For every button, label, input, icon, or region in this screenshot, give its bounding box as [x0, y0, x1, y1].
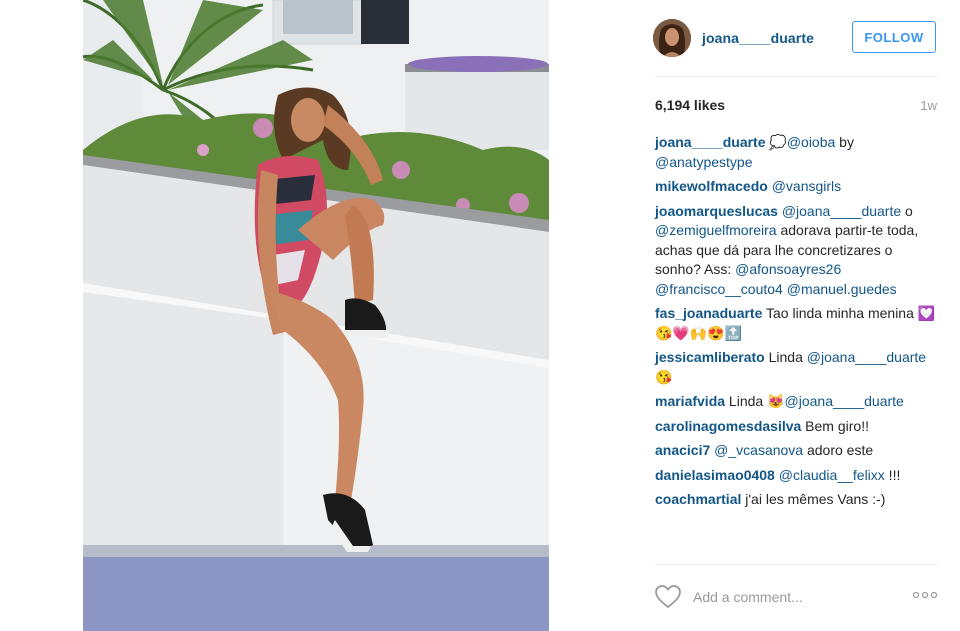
- comment-item: jessicamliberato Linda @joana____duarte …: [655, 348, 938, 387]
- comment-username[interactable]: jessicamliberato: [655, 349, 765, 365]
- comment-username[interactable]: fas_joanaduarte: [655, 305, 762, 321]
- avatar[interactable]: [653, 19, 691, 57]
- comments-list: joana____duarte 💭@oioba by @anatypestype…: [655, 133, 938, 515]
- comment-text: 😘: [655, 368, 673, 385]
- comment-item: mariafvida Linda 😻@joana____duarte: [655, 392, 938, 412]
- post-header: joana____duarte FOLLOW: [653, 19, 938, 59]
- comment-username[interactable]: joaomarqueslucas: [655, 203, 778, 219]
- comment-item: joana____duarte 💭@oioba by @anatypestype: [655, 133, 938, 172]
- heart-outline-icon[interactable]: [655, 585, 681, 609]
- comment-mention[interactable]: @zemiguelfmoreira: [655, 222, 777, 238]
- comment-mention[interactable]: @claudia__felixx: [779, 467, 885, 483]
- comment-mention[interactable]: @joana____duarte: [807, 349, 926, 365]
- comment-text: adoro este: [803, 442, 874, 458]
- more-options-icon[interactable]: [912, 587, 938, 602]
- post-age[interactable]: 1w: [920, 98, 937, 113]
- comment-text: Linda: [764, 349, 807, 365]
- post-sidebar: joana____duarte FOLLOW 6,194 likes 1w jo…: [653, 0, 938, 631]
- comment-text: 💭: [765, 134, 787, 150]
- comment-mention[interactable]: @afonsoayres26: [735, 261, 841, 277]
- comment-bar: Add a comment...: [655, 584, 938, 612]
- post-photo[interactable]: [83, 0, 549, 631]
- comment-username[interactable]: anacici7: [655, 442, 710, 458]
- comment-text: o: [901, 202, 913, 219]
- comment-username[interactable]: mariafvida: [655, 393, 725, 409]
- comment-username[interactable]: danielasimao0408: [655, 467, 775, 483]
- comment-mention[interactable]: @manuel.guedes: [787, 281, 897, 297]
- comment-text: j'ai les mêmes Vans :-): [741, 491, 886, 507]
- comment-text: by: [835, 134, 854, 150]
- comment-mention[interactable]: @anatypestype: [655, 154, 753, 170]
- like-count[interactable]: 6,194 likes: [655, 97, 725, 113]
- comment-item: danielasimao0408 @claudia__felixx !!!: [655, 466, 938, 486]
- comment-text: Linda 😻: [725, 393, 785, 409]
- comment-item: joaomarqueslucas @joana____duarte o @zem…: [655, 202, 938, 300]
- follow-button[interactable]: FOLLOW: [852, 21, 936, 53]
- comment-mention[interactable]: @vansgirls: [772, 178, 841, 194]
- comment-mention[interactable]: @oioba: [787, 134, 835, 150]
- divider: [655, 564, 938, 565]
- post-username[interactable]: joana____duarte: [702, 30, 814, 46]
- comment-item: coachmartial j'ai les mêmes Vans :-): [655, 490, 938, 510]
- comment-username[interactable]: joana____duarte: [655, 134, 766, 150]
- comment-mention[interactable]: @joana____duarte: [785, 393, 904, 409]
- comment-text: Bem giro!!: [801, 417, 869, 434]
- divider: [655, 76, 938, 77]
- comment-item: fas_joanaduarte Tao linda minha menina 💟…: [655, 304, 938, 343]
- comment-username[interactable]: mikewolfmacedo: [655, 178, 768, 194]
- comment-mention[interactable]: @_vcasanova: [714, 442, 803, 458]
- comment-mention[interactable]: @francisco__couto4: [655, 281, 783, 297]
- comment-item: anacici7 @_vcasanova adoro este: [655, 441, 938, 461]
- add-comment-input[interactable]: Add a comment...: [693, 589, 803, 605]
- comment-text: !!!: [884, 466, 901, 483]
- comment-item: carolinagomesdasilva Bem giro!!: [655, 417, 938, 437]
- comment-username[interactable]: carolinagomesdasilva: [655, 418, 801, 434]
- comment-mention[interactable]: @joana____duarte: [782, 203, 901, 219]
- comment-username[interactable]: coachmartial: [655, 491, 741, 507]
- comment-item: mikewolfmacedo @vansgirls: [655, 177, 938, 197]
